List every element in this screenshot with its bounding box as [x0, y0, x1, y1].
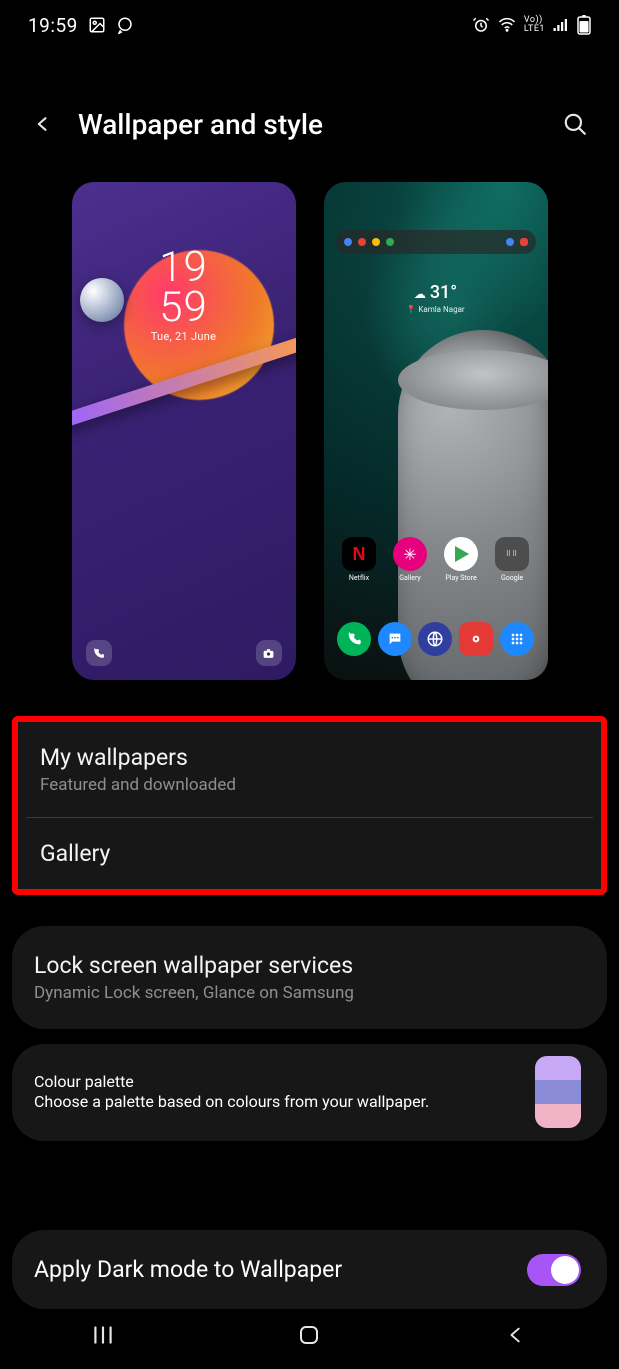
chat-icon [387, 631, 403, 647]
app-phone [336, 622, 372, 656]
lock-shortcut-phone [86, 640, 112, 666]
item-subtitle: Dynamic Lock screen, Glance on Samsung [34, 983, 585, 1003]
lock-clock: 19 59 Tue, 21 June [72, 248, 296, 342]
nav-back-button[interactable] [476, 1315, 556, 1355]
search-icon [562, 111, 588, 137]
lock-screen-services-card: Lock screen wallpaper services Dynamic L… [12, 926, 607, 1029]
home-icon [297, 1323, 321, 1347]
recents-icon [90, 1322, 116, 1348]
grid-icon [509, 631, 525, 647]
item-title: Colour palette [34, 1072, 513, 1091]
status-bar: 19:59 Vo))LTE1 [0, 0, 619, 50]
home-screen-preview[interactable]: ☁31° 📍Kamla Nagar Netflix ✳Gallery Play … [324, 182, 548, 680]
whatsapp-icon [116, 16, 134, 34]
app-camera [458, 622, 494, 656]
item-title: Lock screen wallpaper services [34, 952, 585, 979]
item-title: My wallpapers [40, 744, 579, 771]
app-drawer [499, 622, 535, 656]
navigation-bar [0, 1301, 619, 1369]
home-button[interactable] [269, 1315, 349, 1355]
chevron-left-icon [33, 110, 53, 138]
picture-icon [88, 16, 106, 34]
my-wallpapers-item[interactable]: My wallpapers Featured and downloaded [18, 722, 601, 817]
app-gallery: ✳Gallery [392, 537, 428, 582]
camera-icon [262, 647, 275, 660]
status-time: 19:59 [28, 14, 78, 37]
app-header: Wallpaper and style [0, 95, 619, 153]
palette-swatch-icon [535, 1056, 581, 1128]
cloud-icon: ☁ [414, 287, 426, 301]
toggle-knob [551, 1256, 579, 1284]
item-subtitle: Choose a palette based on colours from y… [34, 1091, 513, 1113]
search-button[interactable] [559, 108, 591, 140]
volte-indicator: Vo))LTE1 [524, 16, 545, 34]
colour-palette-card[interactable]: Colour palette Choose a palette based on… [12, 1044, 607, 1141]
wallpaper-source-group: My wallpapers Featured and downloaded Ga… [12, 716, 607, 895]
lens-icon [520, 238, 528, 246]
item-title: Apply Dark mode to Wallpaper [12, 1234, 527, 1305]
app-playstore: Play Store [443, 537, 479, 582]
recents-button[interactable] [63, 1315, 143, 1355]
home-dock-row [324, 622, 548, 656]
alarm-icon [472, 16, 490, 34]
phone-icon [346, 631, 362, 647]
folder-dots-icon: ⠿⠿ [506, 550, 518, 558]
signal-icon [552, 16, 570, 34]
wallpaper-previews: 19 59 Tue, 21 June ☁31° 📍Kamla Nagar Net… [0, 182, 619, 680]
gallery-item[interactable]: Gallery [26, 817, 593, 889]
lock-screen-services-item[interactable]: Lock screen wallpaper services Dynamic L… [12, 930, 607, 1025]
chevron-left-icon [505, 1324, 527, 1346]
app-google-folder: ⠿⠿Google [494, 537, 530, 582]
back-button[interactable] [28, 109, 58, 139]
lock-shortcut-camera [256, 640, 282, 666]
camera-icon [468, 631, 484, 647]
dark-mode-toggle[interactable] [527, 1254, 581, 1286]
pin-icon: 📍 [406, 305, 416, 314]
app-netflix: Netflix [341, 537, 377, 582]
item-title: Gallery [40, 840, 579, 867]
wifi-icon [497, 16, 517, 34]
battery-icon [577, 15, 591, 35]
item-subtitle: Featured and downloaded [40, 775, 579, 795]
lock-screen-preview[interactable]: 19 59 Tue, 21 June [72, 182, 296, 680]
dark-mode-card: Apply Dark mode to Wallpaper [12, 1230, 607, 1309]
weather-widget: ☁31° 📍Kamla Nagar [324, 282, 548, 314]
page-title: Wallpaper and style [78, 108, 323, 141]
home-app-row: Netflix ✳Gallery Play Store ⠿⠿Google [324, 537, 548, 582]
google-search-widget [336, 230, 536, 254]
app-internet [417, 622, 453, 656]
phone-icon [92, 647, 105, 660]
mic-icon [506, 238, 514, 246]
globe-icon [426, 630, 444, 648]
app-messages [377, 622, 413, 656]
